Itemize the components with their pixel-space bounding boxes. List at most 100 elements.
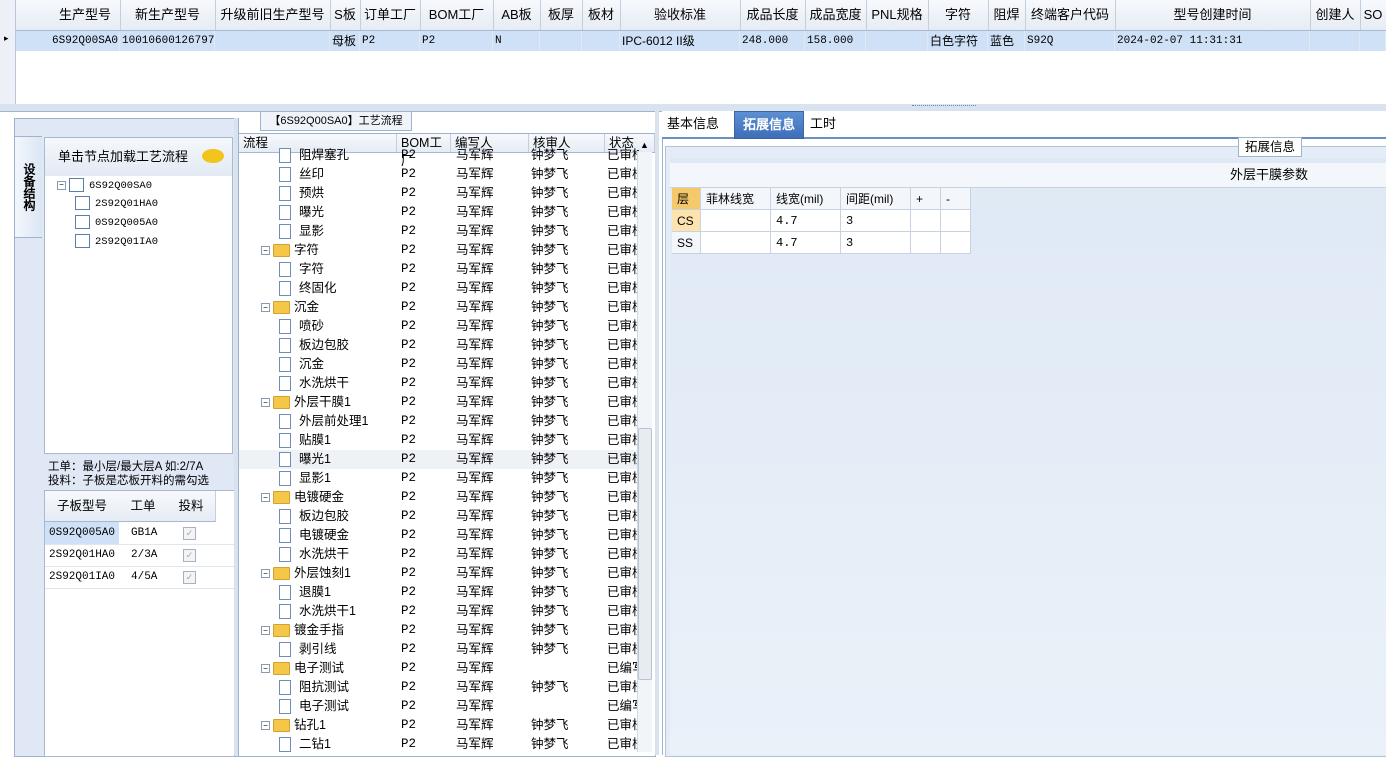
flow-row[interactable]: 终固化 P2 马军辉 钟梦飞 已审核 bbox=[239, 279, 639, 298]
flow-row[interactable]: 退膜1 P2 马军辉 钟梦飞 已审核 bbox=[239, 583, 639, 602]
cell-18[interactable] bbox=[1360, 31, 1386, 51]
flow-row[interactable]: 字符 P2 马军辉 钟梦飞 已审核 bbox=[239, 260, 639, 279]
tree-node[interactable]: 2S92Q01IA0 bbox=[75, 233, 158, 251]
feed-checkbox[interactable]: ✓ bbox=[183, 571, 196, 584]
flow-row[interactable]: 预烘 P2 马军辉 钟梦飞 已审核 bbox=[239, 184, 639, 203]
flow-row[interactable]: − 钻孔1 P2 马军辉 钟梦飞 已审核 bbox=[239, 716, 639, 735]
splitter-grip-icon[interactable] bbox=[912, 105, 976, 110]
cell-4[interactable]: P2 bbox=[360, 31, 420, 51]
spacing-cell[interactable]: 3 bbox=[841, 210, 911, 232]
col-header-14[interactable]: 阻焊 bbox=[988, 0, 1026, 30]
add-cell[interactable] bbox=[911, 232, 941, 254]
col-header-17[interactable]: 创建人 bbox=[1310, 0, 1361, 30]
collapse-icon[interactable]: − bbox=[261, 246, 270, 256]
flow-row[interactable]: 水洗烘干 P2 马军辉 钟梦飞 已审核 bbox=[239, 374, 639, 393]
collapse-icon[interactable]: − bbox=[261, 398, 270, 408]
col-header-9[interactable]: 验收标准 bbox=[620, 0, 741, 30]
cell-10[interactable]: 248.000 bbox=[740, 31, 805, 51]
col-header-5[interactable]: BOM工厂 bbox=[420, 0, 494, 30]
flow-row[interactable]: 剥引线 P2 马军辉 钟梦飞 已审核 bbox=[239, 640, 639, 659]
cell-1[interactable]: 10010600126797 bbox=[120, 31, 215, 51]
param-col-header-2[interactable]: 线宽(mil) bbox=[771, 188, 841, 210]
cell-8[interactable] bbox=[582, 31, 620, 51]
flow-scroll-thumb[interactable] bbox=[638, 428, 652, 680]
side-tab-structure[interactable]: 设备结构 bbox=[14, 136, 42, 238]
col-header-10[interactable]: 成品长度 bbox=[740, 0, 806, 30]
cell-13[interactable]: 白色字符 bbox=[928, 31, 988, 51]
flow-row[interactable]: 外层前处理1 P2 马军辉 钟梦飞 已审核 bbox=[239, 412, 639, 431]
sub-row[interactable]: 0S92Q005A0 GB1A ✓ bbox=[45, 522, 234, 545]
flow-row[interactable]: − 电镀硬金 P2 马军辉 钟梦飞 已审核 bbox=[239, 488, 639, 507]
flow-row[interactable]: 板边包胶 P2 马军辉 钟梦飞 已审核 bbox=[239, 507, 639, 526]
flow-row[interactable]: − 镀金手指 P2 马军辉 钟梦飞 已审核 bbox=[239, 621, 639, 640]
flow-row[interactable]: 沉金 P2 马军辉 钟梦飞 已审核 bbox=[239, 355, 639, 374]
col-header-1[interactable]: 新生产型号 bbox=[120, 0, 216, 30]
col-header-2[interactable]: 升级前旧生产型号 bbox=[215, 0, 331, 30]
sub-col-header-2[interactable]: 投料 bbox=[167, 491, 216, 522]
param-col-header-4[interactable]: + bbox=[911, 188, 941, 210]
spacing-cell[interactable]: 3 bbox=[841, 232, 911, 254]
scroll-up-icon[interactable]: ▲ bbox=[640, 140, 649, 150]
param-col-header-3[interactable]: 间距(mil) bbox=[841, 188, 911, 210]
col-header-13[interactable]: 字符 bbox=[928, 0, 989, 30]
col-header-12[interactable]: PNL规格 bbox=[866, 0, 929, 30]
flow-row[interactable]: 曝光1 P2 马军辉 钟梦飞 已审核 bbox=[239, 450, 639, 469]
cell-5[interactable]: P2 bbox=[420, 31, 493, 51]
sub-row[interactable]: 2S92Q01IA0 4/5A ✓ bbox=[45, 566, 234, 589]
flow-row[interactable]: 电镀硬金 P2 马军辉 钟梦飞 已审核 bbox=[239, 526, 639, 545]
flow-row[interactable]: 喷砂 P2 马军辉 钟梦飞 已审核 bbox=[239, 317, 639, 336]
layer-cell[interactable]: SS bbox=[672, 232, 701, 254]
flow-row[interactable]: − 外层干膜1 P2 马军辉 钟梦飞 已审核 bbox=[239, 393, 639, 412]
col-header-6[interactable]: AB板 bbox=[493, 0, 541, 30]
add-cell[interactable] bbox=[911, 210, 941, 232]
col-header-3[interactable]: S板 bbox=[330, 0, 361, 30]
flow-row[interactable]: 显影1 P2 马军辉 钟梦飞 已审核 bbox=[239, 469, 639, 488]
flow-row[interactable]: − 电子测试 P2 马军辉 已编写 bbox=[239, 659, 639, 678]
sub-row[interactable]: 2S92Q01HA0 2/3A ✓ bbox=[45, 544, 234, 567]
flow-row[interactable]: 二钻1 P2 马军辉 钟梦飞 已审核 bbox=[239, 735, 639, 754]
flow-row[interactable]: 板边包胶 P2 马军辉 钟梦飞 已审核 bbox=[239, 336, 639, 355]
col-header-8[interactable]: 板材 bbox=[582, 0, 621, 30]
collapse-icon[interactable]: − bbox=[261, 721, 270, 731]
tab-1[interactable]: 拓展信息 bbox=[734, 111, 804, 139]
tab-2[interactable]: 工时 bbox=[804, 111, 842, 137]
col-header-16[interactable]: 型号创建时间 bbox=[1115, 0, 1311, 30]
param-col-header-0[interactable]: 层 bbox=[672, 188, 701, 210]
cell-11[interactable]: 158.000 bbox=[805, 31, 866, 51]
cell-3[interactable]: 母板 bbox=[330, 31, 360, 51]
param-col-header-5[interactable]: - bbox=[941, 188, 971, 210]
cell-9[interactable]: IPC-6012 II级 bbox=[620, 31, 740, 51]
middle-splitter[interactable] bbox=[655, 111, 659, 755]
flow-row[interactable]: 阻抗测试 P2 马军辉 钟梦飞 已审核 bbox=[239, 678, 639, 697]
sub-col-header-0[interactable]: 子板型号 bbox=[45, 491, 120, 522]
tree-node[interactable]: 0S92Q005A0 bbox=[75, 214, 158, 232]
tree-node[interactable]: − 6S92Q00SA0 bbox=[57, 177, 152, 195]
flow-row[interactable]: 丝印 P2 马军辉 钟梦飞 已审核 bbox=[239, 165, 639, 184]
flow-row[interactable]: − 外层蚀刻1 P2 马军辉 钟梦飞 已审核 bbox=[239, 564, 639, 583]
cell-14[interactable]: 蓝色 bbox=[988, 31, 1025, 51]
collapse-icon[interactable]: − bbox=[261, 569, 270, 579]
cell-0[interactable]: 6S92Q00SA0 bbox=[50, 31, 120, 51]
feed-checkbox[interactable]: ✓ bbox=[183, 549, 196, 562]
col-header-4[interactable]: 订单工厂 bbox=[360, 0, 421, 30]
flow-row[interactable]: − 字符 P2 马军辉 钟梦飞 已审核 bbox=[239, 241, 639, 260]
flow-row[interactable]: 显影 P2 马军辉 钟梦飞 已审核 bbox=[239, 222, 639, 241]
flow-row[interactable]: 水洗烘干1 P2 马军辉 钟梦飞 已审核 bbox=[239, 602, 639, 621]
feed-checkbox[interactable]: ✓ bbox=[183, 527, 196, 540]
flow-row[interactable]: 水洗烘干 P2 马军辉 钟梦飞 已审核 bbox=[239, 545, 639, 564]
col-header-11[interactable]: 成品宽度 bbox=[805, 0, 867, 30]
cell-7[interactable] bbox=[540, 31, 582, 51]
cell-6[interactable]: N bbox=[493, 31, 540, 51]
cell-2[interactable] bbox=[215, 31, 330, 51]
collapse-icon[interactable]: − bbox=[261, 303, 270, 313]
col-header-0[interactable]: 生产型号 bbox=[50, 0, 121, 30]
remove-cell[interactable] bbox=[941, 210, 971, 232]
remove-cell[interactable] bbox=[941, 232, 971, 254]
line-width-cell[interactable]: 4.7 bbox=[771, 210, 841, 232]
flow-row[interactable]: − 沉金 P2 马军辉 钟梦飞 已审核 bbox=[239, 298, 639, 317]
flow-row[interactable]: 电子测试 P2 马军辉 已编写 bbox=[239, 697, 639, 716]
tree-node[interactable]: 2S92Q01HA0 bbox=[75, 195, 158, 213]
layer-cell[interactable]: CS bbox=[672, 210, 701, 232]
flow-row[interactable]: 阻焊塞孔 P2 马军辉 钟梦飞 已审核 bbox=[239, 146, 639, 165]
cell-12[interactable] bbox=[866, 31, 928, 51]
